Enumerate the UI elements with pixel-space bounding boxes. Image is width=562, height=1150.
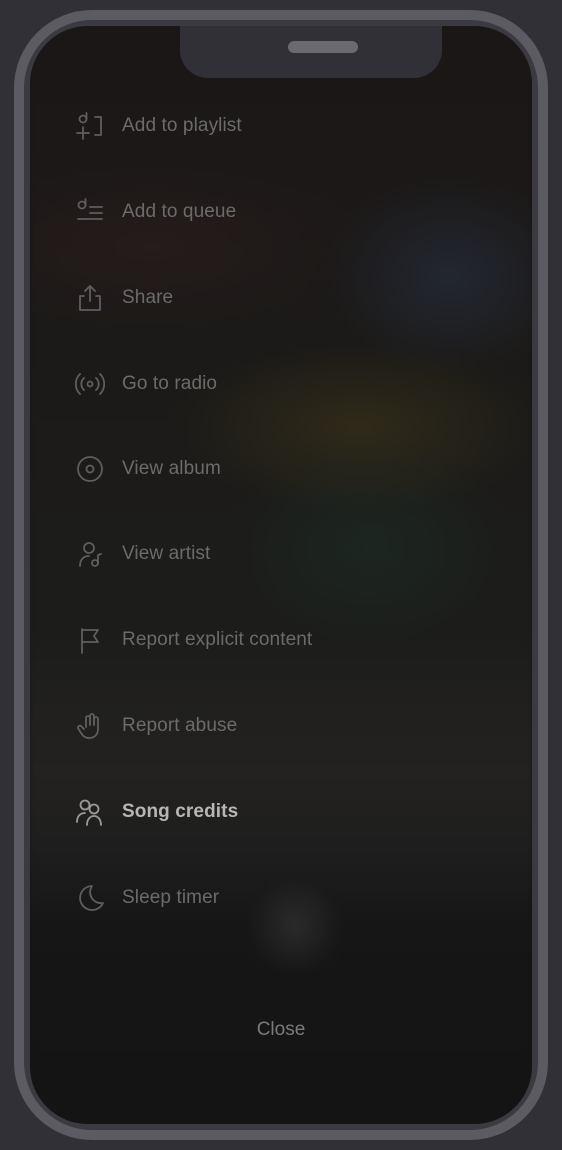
menu-item-view-album[interactable]: View album xyxy=(74,449,221,489)
phone-notch xyxy=(180,26,442,78)
menu-item-label: Report abuse xyxy=(122,715,238,736)
add-to-playlist-icon xyxy=(74,110,106,142)
blurred-background xyxy=(30,26,532,1124)
menu-item-label: Song credits xyxy=(122,801,239,822)
menu-item-report-explicit-content[interactable]: Report explicit content xyxy=(74,620,312,660)
speaker-grille xyxy=(288,41,358,53)
menu-item-add-to-playlist[interactable]: Add to playlist xyxy=(74,106,242,146)
menu-item-label: Go to radio xyxy=(122,373,218,394)
share-icon xyxy=(74,282,106,314)
menu-item-label: Sleep timer xyxy=(122,887,220,908)
radio-icon xyxy=(74,368,106,400)
menu-item-go-to-radio[interactable]: Go to radio xyxy=(74,364,217,404)
menu-item-label: Add to queue xyxy=(122,201,237,222)
add-to-queue-icon xyxy=(74,196,106,228)
hand-icon xyxy=(74,710,106,742)
menu-item-label: Share xyxy=(122,287,174,308)
menu-item-label: Report explicit content xyxy=(122,629,313,650)
menu-item-sleep-timer[interactable]: Sleep timer xyxy=(74,878,219,918)
phone-screen: Add to playlist Add to queue Share Go to… xyxy=(30,26,532,1124)
close-button[interactable]: Close xyxy=(30,1019,532,1041)
menu-item-view-artist[interactable]: View artist xyxy=(74,534,210,574)
menu-item-share[interactable]: Share xyxy=(74,278,173,318)
song-credits-icon xyxy=(74,796,106,828)
menu-item-label: View album xyxy=(122,458,221,479)
artist-icon xyxy=(74,538,106,570)
menu-item-report-abuse[interactable]: Report abuse xyxy=(74,706,237,746)
menu-item-label: View artist xyxy=(122,543,211,564)
menu-item-song-credits[interactable]: Song credits xyxy=(74,792,238,832)
album-icon xyxy=(74,453,106,485)
moon-icon xyxy=(74,882,106,914)
menu-item-add-to-queue[interactable]: Add to queue xyxy=(74,192,236,232)
flag-icon xyxy=(74,624,106,656)
device-stage: Add to playlist Add to queue Share Go to… xyxy=(0,0,562,1150)
menu-item-label: Add to playlist xyxy=(122,115,242,136)
